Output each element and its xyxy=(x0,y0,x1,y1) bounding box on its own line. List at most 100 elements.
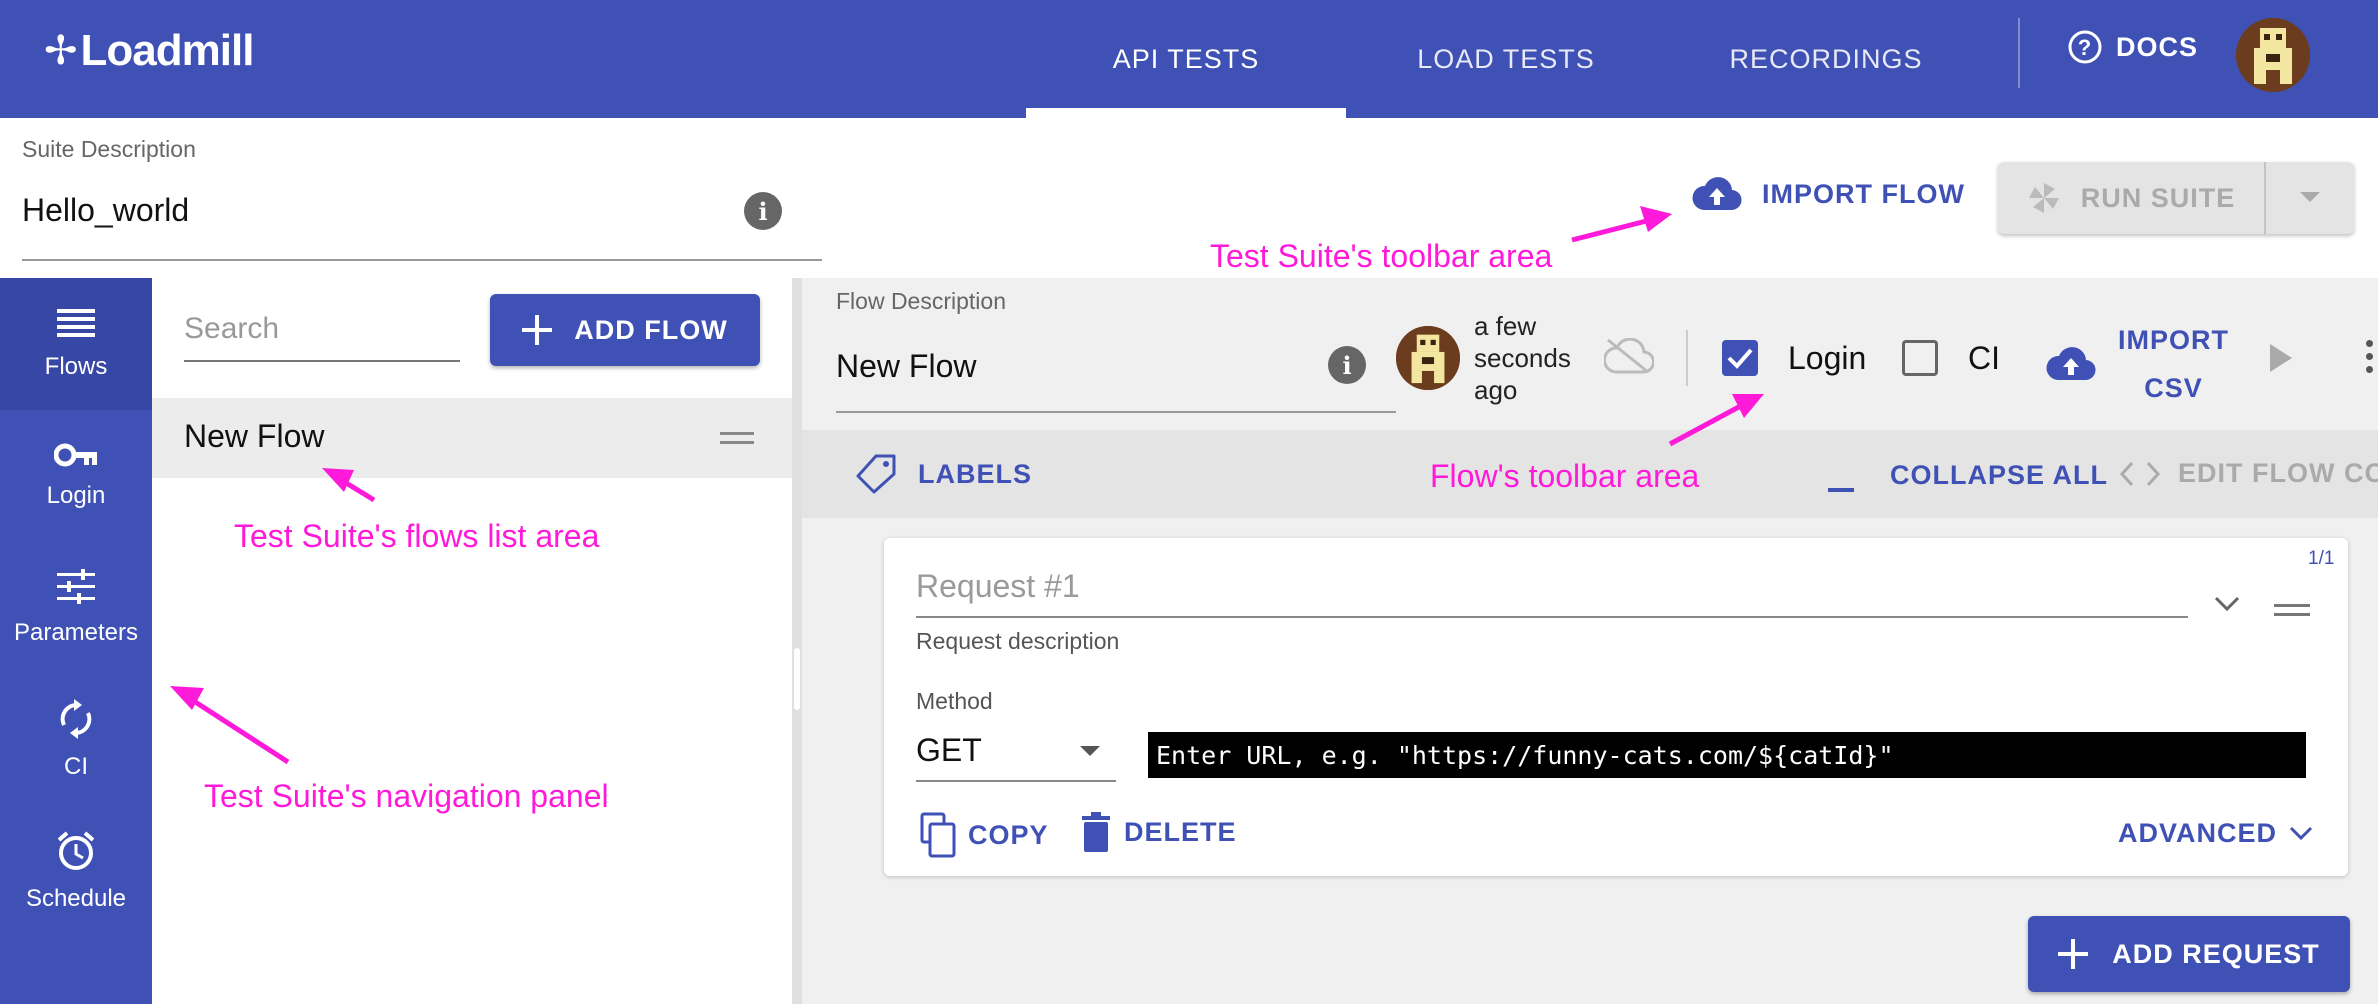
flow-description-label: Flow Description xyxy=(836,288,1006,314)
play-icon[interactable] xyxy=(2270,344,2292,372)
plus-icon xyxy=(2058,939,2089,969)
sidebar-item-schedule[interactable]: Schedule xyxy=(0,806,152,938)
edit-flow-code-label: EDIT FLOW CODE xyxy=(2178,458,2378,488)
sidebar-item-login[interactable]: Login xyxy=(0,410,152,542)
search-input[interactable]: Search xyxy=(184,312,279,346)
cloud-upload-icon xyxy=(1692,177,1742,211)
login-checkbox[interactable] xyxy=(1722,340,1758,376)
annotation-suite-toolbar: Test Suite's toolbar area xyxy=(1210,238,1553,274)
chevron-down-icon[interactable] xyxy=(2214,596,2240,612)
copy-button[interactable]: COPY xyxy=(918,812,1049,858)
method-select[interactable]: GET xyxy=(916,732,982,769)
list-item[interactable]: New Flow xyxy=(152,398,792,478)
user-avatar[interactable] xyxy=(2236,18,2310,92)
code-icon xyxy=(2120,461,2160,486)
collapse-all-button[interactable]: COLLAPSE ALL xyxy=(1828,458,2108,492)
navigation-panel: Flows Login Parameters CI Schedule xyxy=(0,278,152,1004)
editor-avatar xyxy=(1396,326,1460,390)
import-csv-button[interactable]: IMPORT CSV xyxy=(2046,316,2229,412)
active-tab-indicator xyxy=(1026,108,1346,118)
info-icon[interactable]: i xyxy=(744,192,782,230)
run-suite-button[interactable]: RUN SUITE xyxy=(1998,162,2264,234)
flow-description-input[interactable]: New Flow xyxy=(836,348,976,385)
ci-checkbox[interactable] xyxy=(1902,340,1938,376)
request-name-input[interactable]: Request #1 xyxy=(916,568,1080,605)
edit-flow-code-button[interactable]: EDIT FLOW CODE xyxy=(2120,458,2378,489)
trash-icon xyxy=(1082,812,1110,852)
tab-load-tests[interactable]: LOAD TESTS xyxy=(1346,0,1666,118)
import-csv-line2: CSV xyxy=(2144,373,2203,403)
arrowhead xyxy=(1640,206,1672,232)
sidebar-item-ci[interactable]: CI xyxy=(0,674,152,806)
suite-description-underline xyxy=(22,259,822,261)
annotation-navigation: Test Suite's navigation panel xyxy=(204,778,609,814)
plus-icon xyxy=(522,315,553,345)
more-vertical-icon[interactable] xyxy=(2366,340,2374,379)
tab-api-tests[interactable]: API TESTS xyxy=(1026,0,1346,118)
import-flow-label: IMPORT FLOW xyxy=(1762,178,1965,209)
alarm-clock-icon xyxy=(57,831,95,870)
run-suite-dropdown[interactable] xyxy=(2266,162,2354,234)
checkmark-icon xyxy=(1727,348,1753,369)
request-name-underline xyxy=(916,616,2188,618)
pinwheel-icon xyxy=(2028,183,2059,213)
dropdown-arrow-icon[interactable] xyxy=(1080,746,1100,756)
run-suite-label: RUN SUITE xyxy=(2080,182,2236,213)
collapse-all-label: COLLAPSE ALL xyxy=(1890,459,2108,490)
method-label: Method xyxy=(916,688,993,714)
cloud-upload-icon xyxy=(2046,347,2096,381)
import-flow-button[interactable]: IMPORT FLOW xyxy=(1692,176,1965,212)
search-underline xyxy=(184,360,460,362)
delete-label: DELETE xyxy=(1124,816,1237,847)
import-csv-line1: IMPORT xyxy=(2118,325,2229,355)
panel-splitter[interactable] xyxy=(792,278,802,1004)
labels-button[interactable]: LABELS xyxy=(854,452,1032,496)
drag-handle-icon[interactable] xyxy=(720,432,754,450)
request-description[interactable]: Request description xyxy=(916,628,1119,655)
chevron-down-icon xyxy=(2289,826,2313,840)
drag-handle-icon[interactable] xyxy=(2274,604,2310,622)
copy-label: COPY xyxy=(968,819,1049,850)
loadmill-logo[interactable]: ✢ Loadmill xyxy=(44,26,255,76)
info-icon[interactable]: i xyxy=(1328,346,1366,384)
key-icon xyxy=(54,443,97,467)
sidebar-item-flows[interactable]: Flows xyxy=(0,278,152,410)
flow-toolbar-divider xyxy=(1686,330,1688,386)
pixel-avatar-icon xyxy=(2236,18,2310,92)
copy-icon xyxy=(920,812,956,858)
arrow-to-import-flow xyxy=(1571,215,1659,243)
sidebar-item-label: Schedule xyxy=(25,885,127,912)
logo-text: Loadmill xyxy=(80,26,255,75)
sidebar-item-label: Flows xyxy=(44,353,108,380)
sparkle-icon: ✢ xyxy=(44,29,78,73)
delete-button[interactable]: DELETE xyxy=(1080,812,1237,852)
add-request-button[interactable]: ADD REQUEST xyxy=(2028,916,2350,992)
top-app-bar: ✢ Loadmill API TESTS LOAD TESTS RECORDIN… xyxy=(0,0,2378,118)
flows-list-panel xyxy=(152,278,792,1004)
add-flow-button[interactable]: ADD FLOW xyxy=(490,294,760,366)
labels-label: LABELS xyxy=(918,458,1032,489)
suite-description-input[interactable]: Hello_world xyxy=(22,192,189,229)
method-underline xyxy=(916,780,1116,782)
run-suite-split-button: RUN SUITE xyxy=(1998,162,2354,234)
flow-description-underline xyxy=(836,411,1396,413)
pixel-avatar-icon xyxy=(1396,326,1460,390)
request-counter: 1/1 xyxy=(2308,548,2335,569)
sidebar-item-label: Login xyxy=(46,482,106,509)
list-icon xyxy=(57,309,95,337)
help-circle-icon: ? xyxy=(2068,30,2102,64)
suite-description-label: Suite Description xyxy=(22,136,196,162)
url-input[interactable]: Enter URL, e.g. "https://funny-cats.com/… xyxy=(1148,732,2306,778)
sidebar-item-parameters[interactable]: Parameters xyxy=(0,542,152,674)
add-flow-label: ADD FLOW xyxy=(574,314,728,345)
splitter-grip[interactable] xyxy=(794,648,800,710)
ci-checkbox-label: CI xyxy=(1968,340,2000,376)
import-csv-label: IMPORT CSV xyxy=(2118,316,2229,412)
docs-link[interactable]: ? DOCS xyxy=(2068,30,2198,64)
advanced-button[interactable]: ADVANCED xyxy=(2118,818,2313,849)
label-tag-icon xyxy=(856,454,896,494)
minimize-icon xyxy=(1828,488,1854,492)
last-updated-text: a few seconds ago xyxy=(1474,311,1571,405)
tab-recordings[interactable]: RECORDINGS xyxy=(1666,0,1986,118)
cloud-off-icon xyxy=(1604,338,1654,374)
